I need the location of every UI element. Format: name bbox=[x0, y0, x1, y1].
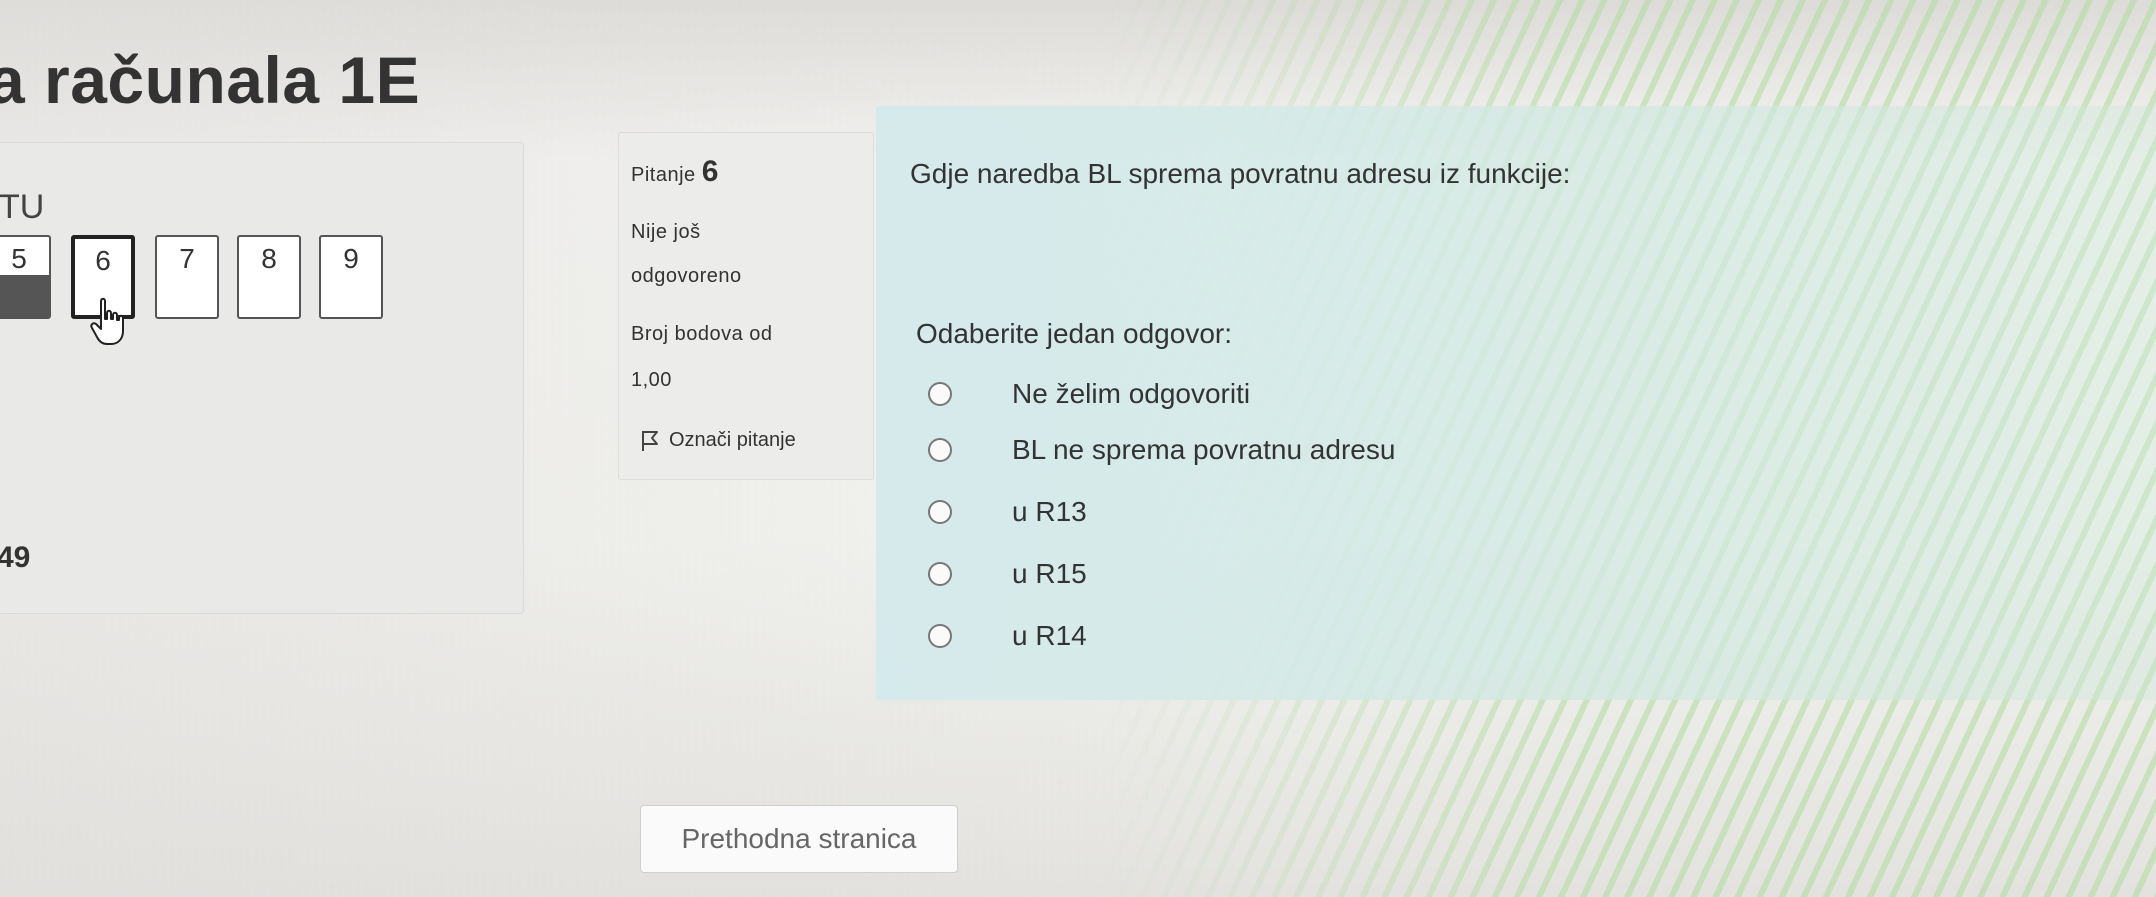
question-nav-number: 5 bbox=[11, 243, 27, 274]
question-nav-button-5[interactable]: 5 bbox=[0, 235, 51, 319]
flag-icon bbox=[642, 430, 658, 451]
answer-option-label: u R13 bbox=[1012, 496, 1087, 527]
question-status-line1: Nije još bbox=[631, 221, 701, 243]
answer-option-2[interactable]: BL ne sprema povratnu adresu bbox=[928, 434, 1395, 466]
quiz-navigation-heading: TU bbox=[0, 188, 45, 226]
question-nav-number: 7 bbox=[179, 243, 195, 274]
answer-option-label: Ne želim odgovoriti bbox=[1012, 378, 1251, 409]
answer-option-3[interactable]: u R13 bbox=[928, 496, 1087, 528]
time-remaining: 49 bbox=[0, 541, 31, 574]
flag-question-button[interactable]: Označi pitanje bbox=[641, 429, 796, 452]
answer-option-label: u R14 bbox=[1012, 620, 1087, 651]
answer-prompt: Odaberite jedan odgovor: bbox=[916, 318, 1232, 349]
answer-option-1[interactable]: Ne želim odgovoriti bbox=[928, 378, 1250, 410]
question-nav-button-7[interactable]: 7 bbox=[155, 235, 219, 319]
question-text: Gdje naredba BL sprema povratnu adresu i… bbox=[910, 158, 1571, 189]
question-status-line2: odgovoreno bbox=[631, 265, 742, 287]
radio-icon[interactable] bbox=[928, 562, 952, 586]
radio-icon[interactable] bbox=[928, 438, 952, 462]
question-points-line1: Broj bodova od bbox=[631, 323, 773, 345]
answered-indicator bbox=[0, 275, 49, 317]
question-nav-number: 6 bbox=[95, 245, 111, 276]
question-nav-button-9[interactable]: 9 bbox=[319, 235, 383, 319]
answer-option-label: BL ne sprema povratnu adresu bbox=[1012, 434, 1396, 465]
question-number-line: Pitanje 6 bbox=[631, 155, 719, 189]
radio-icon[interactable] bbox=[928, 382, 952, 406]
quiz-navigation: TU 5 6 7 8 9 49 bbox=[0, 142, 524, 614]
question-content: Gdje naredba BL sprema povratnu adresu i… bbox=[876, 106, 2156, 700]
question-nav-number: 9 bbox=[343, 243, 359, 274]
answer-option-4[interactable]: u R15 bbox=[928, 558, 1087, 590]
question-number: 6 bbox=[701, 155, 719, 188]
previous-page-button[interactable]: Prethodna stranica bbox=[640, 805, 958, 873]
question-nav-number: 8 bbox=[261, 243, 277, 274]
radio-icon[interactable] bbox=[928, 500, 952, 524]
answer-option-label: u R15 bbox=[1012, 558, 1087, 589]
flag-question-label: Označi pitanje bbox=[669, 429, 796, 451]
hand-pointer-icon bbox=[90, 297, 124, 345]
question-label: Pitanje bbox=[631, 164, 696, 186]
question-points-line2: 1,00 bbox=[631, 369, 672, 391]
question-info: Pitanje 6 Nije još odgovoreno Broj bodov… bbox=[618, 132, 874, 480]
question-nav-button-8[interactable]: 8 bbox=[237, 235, 301, 319]
radio-icon[interactable] bbox=[928, 624, 952, 648]
page-title: a računala 1E bbox=[0, 43, 421, 117]
answer-option-5[interactable]: u R14 bbox=[928, 620, 1087, 652]
question-nav-buttons: 5 6 7 8 9 bbox=[0, 235, 411, 345]
